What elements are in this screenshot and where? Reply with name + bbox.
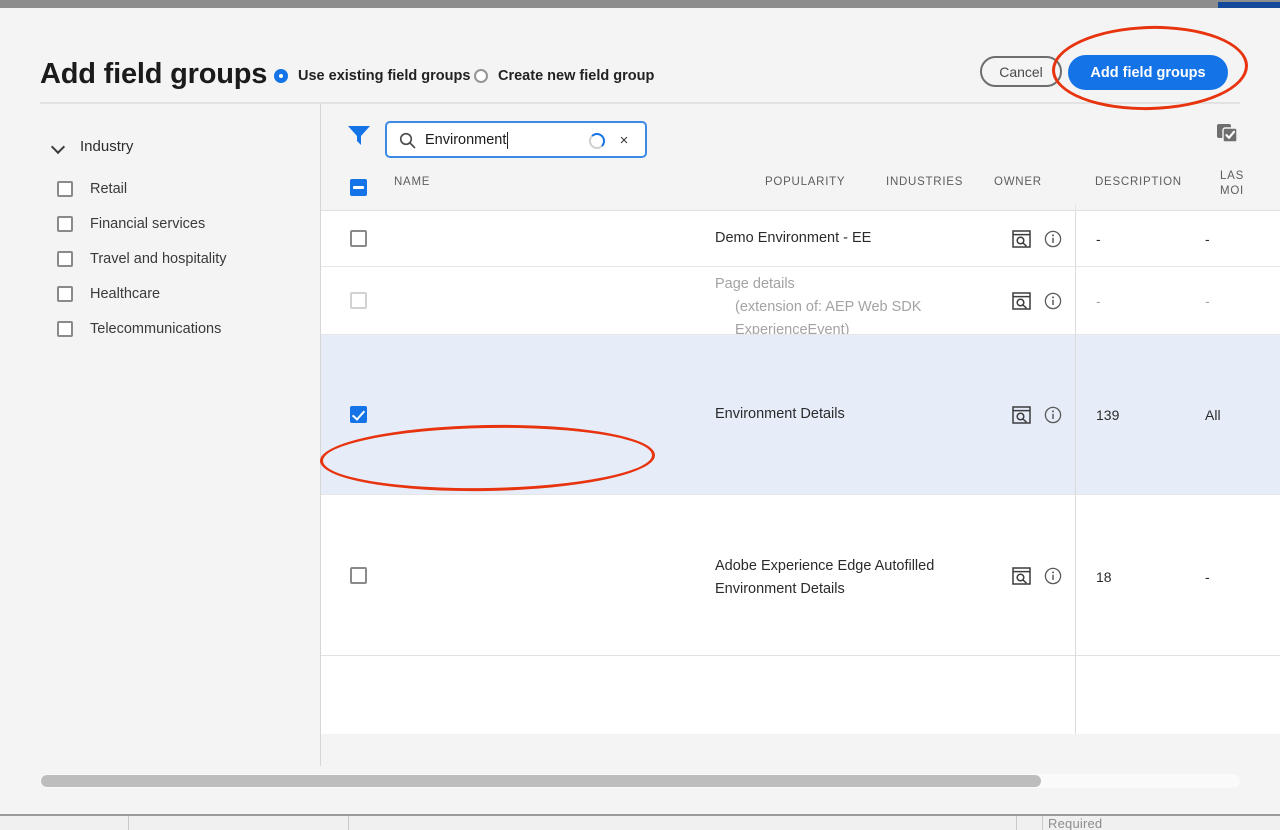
filter-icon[interactable] — [347, 124, 371, 146]
background-page-label: Required — [1048, 816, 1103, 830]
clear-search-icon[interactable]: × — [615, 131, 633, 149]
modal-body: Industry Retail Financial services Trave… — [0, 104, 1280, 766]
radio-selected-icon — [274, 69, 288, 83]
column-settings-icon[interactable] — [1216, 122, 1242, 146]
field-groups-table: NAME POPULARITY INDUSTRIES OWNER DESCRIP… — [321, 164, 1280, 734]
add-field-groups-modal: Add field groups Use existing field grou… — [0, 8, 1280, 814]
radio-create-new-label: Create new field group — [498, 68, 655, 84]
results-toolbar: Environment × — [321, 104, 1280, 164]
table-row[interactable]: Demo Environment - EE - - — [321, 211, 1280, 266]
row-name-line1: Adobe Experience Edge Autofilled — [715, 558, 935, 574]
row-name-line1: Page details — [715, 276, 795, 292]
checkbox-icon — [57, 181, 73, 197]
radio-use-existing-field-groups[interactable]: Use existing field groups — [274, 68, 470, 84]
preview-icon[interactable] — [1012, 292, 1031, 310]
checkbox-icon — [57, 286, 73, 302]
page-title: Add field groups — [40, 58, 268, 90]
radio-use-existing-label: Use existing field groups — [298, 68, 471, 84]
select-all-checkbox[interactable] — [350, 179, 367, 196]
modal-header: Add field groups Use existing field grou… — [0, 8, 1280, 104]
row-popularity: - — [1096, 293, 1101, 309]
loading-spinner-icon — [589, 133, 605, 149]
table-row[interactable]: Adobe Experience Edge Autofilled Environ… — [321, 495, 1280, 655]
row-checkbox[interactable] — [350, 230, 367, 247]
checkbox-icon — [57, 321, 73, 337]
cancel-button[interactable]: Cancel — [980, 56, 1062, 87]
row-popularity: 18 — [1096, 569, 1112, 585]
sidebar-item-financial-services[interactable]: Financial services — [57, 216, 205, 232]
table-body: Demo Environment - EE - - Page details (… — [321, 211, 1280, 734]
row-checkbox[interactable] — [350, 567, 367, 584]
search-input-value: Environment — [425, 132, 507, 148]
frozen-column-divider — [1075, 204, 1076, 211]
row-name: Page details (extension of: AEP Web SDK … — [715, 273, 985, 342]
checkbox-icon — [57, 251, 73, 267]
sidebar-item-retail[interactable]: Retail — [57, 181, 127, 197]
row-industries: - — [1205, 569, 1210, 585]
row-industries: - — [1205, 231, 1210, 247]
search-icon — [399, 132, 416, 149]
column-header-name[interactable]: NAME — [394, 176, 430, 188]
row-name: Environment Details — [715, 406, 845, 422]
row-industries: - — [1205, 293, 1210, 309]
sidebar-item-healthcare[interactable]: Healthcare — [57, 286, 160, 302]
radio-create-new-field-group[interactable]: Create new field group — [474, 68, 654, 84]
column-header-description[interactable]: DESCRIPTION — [1095, 176, 1182, 188]
row-name: Demo Environment - EE — [715, 230, 872, 246]
text-caret — [507, 132, 508, 149]
add-field-groups-button[interactable]: Add field groups — [1068, 55, 1228, 90]
table-row[interactable]: Page details (extension of: AEP Web SDK … — [321, 267, 1280, 338]
column-header-owner[interactable]: OWNER — [994, 176, 1042, 188]
results-panel: Environment × NAME POPULARITY INDUSTRIES… — [320, 104, 1280, 766]
search-input[interactable]: Environment × — [385, 121, 647, 158]
frozen-column-divider — [1075, 211, 1076, 734]
row-industries: All — [1205, 407, 1221, 423]
row-checkbox[interactable] — [350, 406, 367, 423]
preview-icon[interactable] — [1012, 567, 1031, 585]
sidebar-item-label: Healthcare — [90, 286, 161, 302]
table-header-row: NAME POPULARITY INDUSTRIES OWNER DESCRIP… — [321, 164, 1280, 211]
preview-icon[interactable] — [1012, 406, 1031, 424]
column-header-last-modified[interactable]: LAS MOI — [1220, 169, 1244, 199]
sidebar-item-label: Telecommunications — [90, 321, 222, 337]
filter-sidebar: Industry Retail Financial services Trave… — [0, 104, 320, 766]
preview-icon[interactable] — [1012, 230, 1031, 248]
row-name: Adobe Experience Edge Autofilled Environ… — [715, 555, 985, 601]
row-popularity: - — [1096, 231, 1101, 247]
sidebar-item-label: Financial services — [90, 216, 206, 232]
info-icon[interactable] — [1044, 230, 1062, 248]
sidebar-item-telecommunications[interactable]: Telecommunications — [57, 321, 221, 337]
horizontal-scrollbar-thumb[interactable] — [41, 775, 1041, 787]
checkbox-icon — [57, 216, 73, 232]
chevron-down-icon — [52, 140, 66, 154]
info-icon[interactable] — [1044, 292, 1062, 310]
sidebar-item-label: Retail — [90, 181, 128, 197]
info-icon[interactable] — [1044, 567, 1062, 585]
sidebar-group-industry[interactable]: Industry — [52, 138, 133, 155]
radio-unselected-icon — [474, 69, 488, 83]
column-header-industries[interactable]: INDUSTRIES — [886, 176, 963, 188]
table-row[interactable]: Environment Details 139 All — [321, 335, 1280, 494]
table-bottom-divider — [321, 655, 1280, 656]
row-name-line2: Environment Details — [715, 581, 845, 597]
horizontal-scrollbar[interactable] — [40, 774, 1240, 788]
info-icon[interactable] — [1044, 406, 1062, 424]
sidebar-item-travel-and-hospitality[interactable]: Travel and hospitality — [57, 251, 226, 267]
background-page-bottom-bar: Required — [0, 814, 1280, 830]
row-popularity: 139 — [1096, 407, 1120, 423]
sidebar-item-label: Travel and hospitality — [90, 251, 227, 267]
column-header-popularity[interactable]: POPULARITY — [765, 176, 845, 188]
row-checkbox[interactable] — [350, 292, 367, 309]
sidebar-group-label: Industry — [80, 138, 134, 155]
row-name-line2: (extension of: AEP Web SDK — [735, 299, 922, 315]
background-page-top-bar — [0, 0, 1280, 8]
